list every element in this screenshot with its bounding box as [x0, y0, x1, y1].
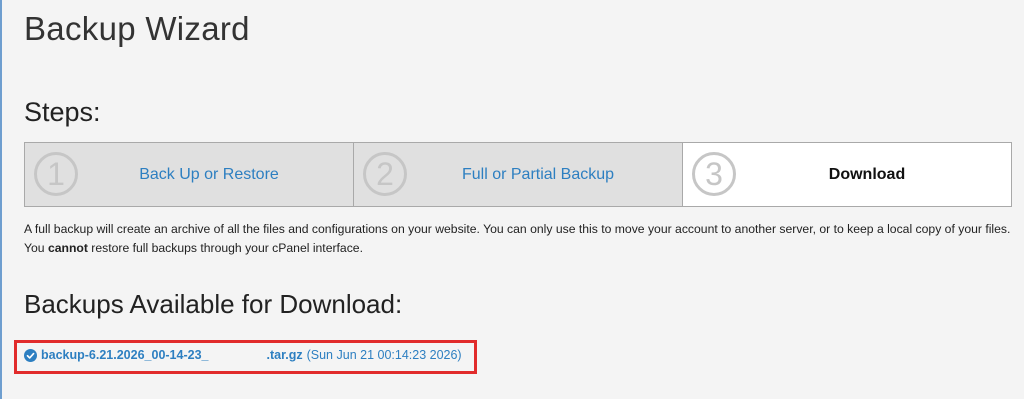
- step-number-3: 3: [692, 152, 736, 196]
- steps-heading: Steps:: [24, 97, 101, 127]
- step-back-up-or-restore[interactable]: 1 Back Up or Restore: [25, 143, 354, 206]
- left-border: [0, 0, 2, 399]
- backup-download-link[interactable]: backup-6.21.2026_00-14-23_: [41, 348, 208, 362]
- backup-list-item: backup-6.21.2026_00-14-23_ .tar.gz (Sun …: [24, 345, 462, 365]
- step-number-2: 2: [363, 152, 407, 196]
- step-download: 3 Download: [683, 143, 1011, 206]
- step-number-1: 1: [34, 152, 78, 196]
- check-circle-icon: [24, 348, 37, 362]
- description-text-2: restore full backups through your cPanel…: [87, 241, 363, 255]
- downloads-heading: Backups Available for Download:: [24, 289, 403, 319]
- steps-bar: 1 Back Up or Restore 2 Full or Partial B…: [24, 142, 1012, 207]
- page-title: Backup Wizard: [24, 10, 250, 47]
- description-emphasis: cannot: [47, 241, 88, 255]
- backup-download-link-extension[interactable]: .tar.gz: [266, 348, 302, 362]
- step-full-or-partial-backup[interactable]: 2 Full or Partial Backup: [354, 143, 683, 206]
- backup-description: A full backup will create an archive of …: [24, 220, 1014, 258]
- backup-date: (Sun Jun 21 00:14:23 2026): [306, 348, 462, 362]
